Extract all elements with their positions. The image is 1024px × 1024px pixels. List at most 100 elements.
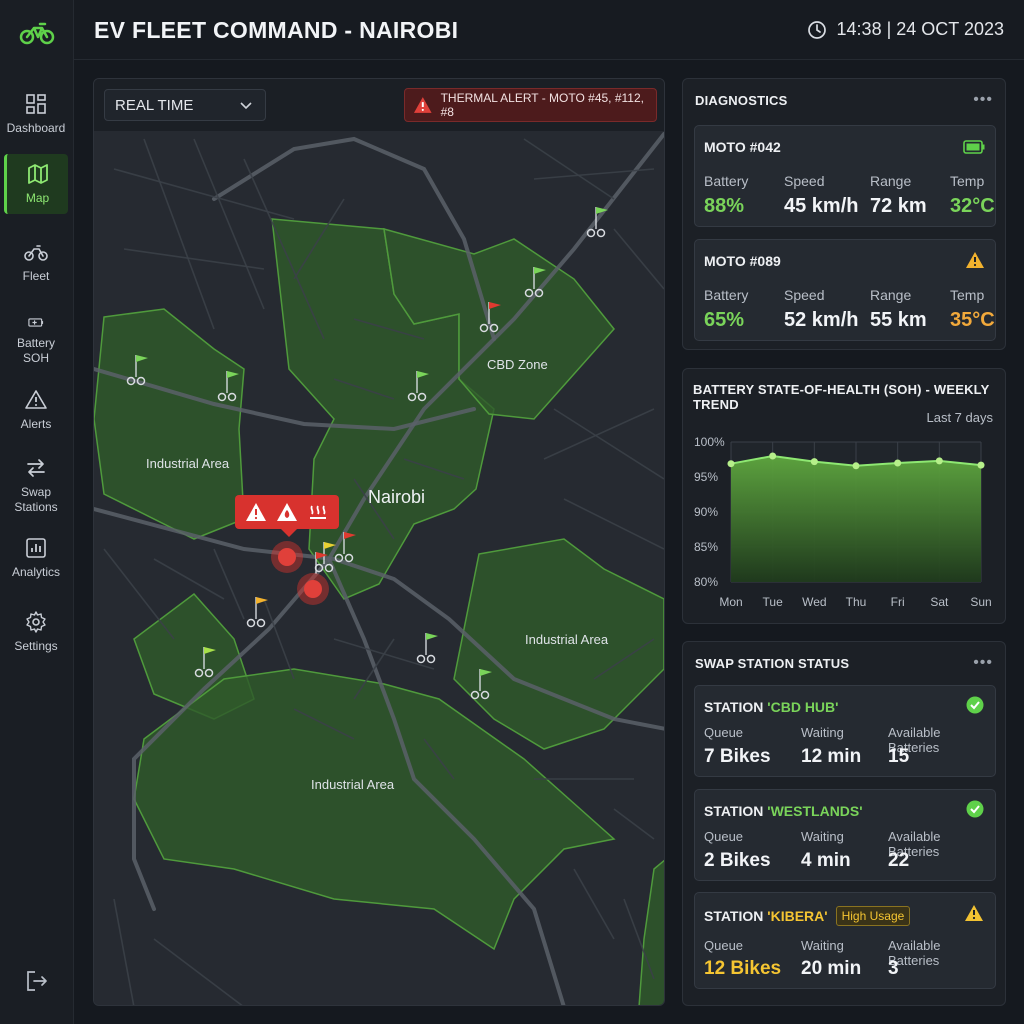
diagnostics-title: DIAGNOSTICS <box>695 93 788 108</box>
range-value: 55 km <box>870 309 927 331</box>
vehicle-card-042[interactable]: MOTO #042 Battery Speed Range Temp 88% 4… <box>694 125 996 227</box>
soh-point-thu[interactable] <box>852 462 860 470</box>
temp-value: 32°C <box>950 195 995 217</box>
soh-point-fri[interactable] <box>894 459 902 467</box>
available-value: 22 <box>888 850 910 871</box>
sidebar-item-label: Dashboard <box>6 121 66 135</box>
soh-xtick-label: Tue <box>763 595 784 609</box>
map-toolbar: REAL TIME THERMAL ALERT - MOTO #45, #112… <box>94 79 664 131</box>
logout-icon[interactable] <box>24 968 50 994</box>
speed-value: 52 km/h <box>784 309 859 331</box>
map-label-nairobi: Nairobi <box>368 487 426 507</box>
sidebar-item-swap-stations[interactable]: Swap Stations <box>4 448 68 516</box>
soh-xtick-label: Fri <box>891 595 905 609</box>
map-label-industrial-area-west: Industrial Area <box>146 456 230 471</box>
warning-icon <box>965 905 983 921</box>
speed-label: Speed <box>784 173 825 189</box>
battery-label: Battery <box>704 287 749 303</box>
analytics-icon <box>26 538 46 558</box>
motorcycle-icon <box>24 245 48 261</box>
thermal-alert-callout[interactable] <box>235 495 339 537</box>
view-mode-select[interactable]: REAL TIME <box>104 89 266 121</box>
more-options-icon[interactable]: ••• <box>973 91 993 109</box>
queue-label: Queue <box>704 829 744 844</box>
soh-ytick-label: 95% <box>694 470 718 484</box>
soh-xtick-label: Sun <box>970 595 991 609</box>
station-title: STATION 'KIBERA' High Usage <box>704 906 911 926</box>
queue-label: Queue <box>704 938 744 953</box>
soh-ytick-label: 85% <box>694 540 718 554</box>
available-label: Available Batteries <box>888 938 941 968</box>
chevron-down-icon <box>240 102 252 110</box>
queue-label: Queue <box>704 725 744 740</box>
battery-icon <box>28 318 44 327</box>
soh-chart: 100% 95% 90% 85% 80% Mon Tue Wed Thu Fri Sat Sun <box>694 435 992 609</box>
motorcycle-logo-icon <box>19 22 55 45</box>
thermal-alert-banner[interactable]: THERMAL ALERT - MOTO #45, #112, #8 <box>404 88 657 122</box>
sidebar-item-label: Settings <box>14 639 58 653</box>
waiting-value: 4 min <box>801 850 851 871</box>
soh-xtick-label: Mon <box>719 595 742 609</box>
queue-value: 7 Bikes <box>704 746 771 767</box>
fleet-map[interactable]: REAL TIME THERMAL ALERT - MOTO #45, #112… <box>93 78 665 1006</box>
waiting-value: 20 min <box>801 958 862 979</box>
battery-label: Battery <box>704 173 749 189</box>
check-circle-icon <box>966 800 984 818</box>
station-card-kibera[interactable]: STATION 'KIBERA' High Usage Queue Waiting… <box>694 892 996 989</box>
sidebar-item-dashboard[interactable]: Dashboard <box>4 84 68 144</box>
sidebar-item-alerts[interactable]: Alerts <box>4 380 68 440</box>
heat-icon <box>309 505 326 519</box>
page-title: EV FLEET COMMAND - NAIROBI <box>94 17 459 43</box>
sidebar-item-analytics[interactable]: Analytics <box>4 528 68 588</box>
map-canvas[interactable] <box>94 79 665 1006</box>
soh-point-sat[interactable] <box>935 457 943 465</box>
swap-icon <box>27 459 45 477</box>
high-usage-badge: High Usage <box>835 906 911 926</box>
sidebar: Dashboard Map Fleet Battery SOH Alerts S… <box>0 0 74 1024</box>
dashboard-icon <box>26 94 46 114</box>
station-title: STATION 'CBD HUB' <box>704 699 838 715</box>
sidebar-item-label: Alerts <box>20 417 52 431</box>
soh-point-tue[interactable] <box>769 452 777 460</box>
warning-icon <box>413 97 432 113</box>
sidebar-item-label: Fleet <box>22 269 50 283</box>
soh-xtick-label: Thu <box>846 595 867 609</box>
thermal-alert-text: THERMAL ALERT - MOTO #45, #112, #8 <box>440 91 644 119</box>
more-options-icon[interactable]: ••• <box>973 654 993 672</box>
sidebar-item-fleet[interactable]: Fleet <box>4 232 68 292</box>
warning-icon <box>966 252 984 268</box>
check-circle-icon <box>966 696 984 714</box>
soh-chart-panel: BATTERY STATE-OF-HEALTH (SOH) - WEEKLY T… <box>682 368 1006 624</box>
temp-label: Temp <box>950 287 985 303</box>
sidebar-item-battery-soh[interactable]: Battery SOH <box>4 306 68 366</box>
soh-point-mon[interactable] <box>727 460 735 468</box>
station-prefix: STATION <box>704 908 768 924</box>
clock-icon <box>807 20 826 39</box>
sidebar-item-map[interactable]: Map <box>4 154 68 214</box>
sidebar-item-label: Battery SOH <box>16 336 55 365</box>
available-value: 3 <box>888 958 899 979</box>
temp-value: 35°C <box>950 309 995 331</box>
speed-value: 45 km/h <box>784 195 859 217</box>
station-card-westlands[interactable]: STATION 'WESTLANDS' Queue Waiting Availa… <box>694 789 996 881</box>
waiting-label: Waiting <box>801 725 844 740</box>
range-label: Range <box>870 173 912 189</box>
map-label-industrial-area-south: Industrial Area <box>311 777 395 792</box>
range-label: Range <box>870 287 912 303</box>
sidebar-item-label: Swap Stations <box>14 485 58 514</box>
station-card-cbd-hub[interactable]: STATION 'CBD HUB' Queue Waiting Availabl… <box>694 685 996 777</box>
station-title: STATION 'WESTLANDS' <box>704 803 863 819</box>
swap-station-title: SWAP STATION STATUS <box>695 656 850 671</box>
fire-warning-icon <box>276 503 297 521</box>
map-label-industrial-area-east: Industrial Area <box>525 632 609 647</box>
soh-ytick-label: 100% <box>694 435 725 449</box>
soh-area <box>731 456 981 582</box>
vehicle-card-089[interactable]: MOTO #089 Battery Speed Range Temp 65% 5… <box>694 239 996 341</box>
sidebar-item-settings[interactable]: Settings <box>4 602 68 662</box>
station-name: 'CBD HUB' <box>767 699 839 715</box>
queue-value: 12 Bikes <box>704 958 782 979</box>
soh-xtick-label: Sat <box>930 595 949 609</box>
soh-point-sun[interactable] <box>977 461 985 469</box>
soh-point-wed[interactable] <box>810 458 818 466</box>
soh-xtick-label: Wed <box>802 595 826 609</box>
